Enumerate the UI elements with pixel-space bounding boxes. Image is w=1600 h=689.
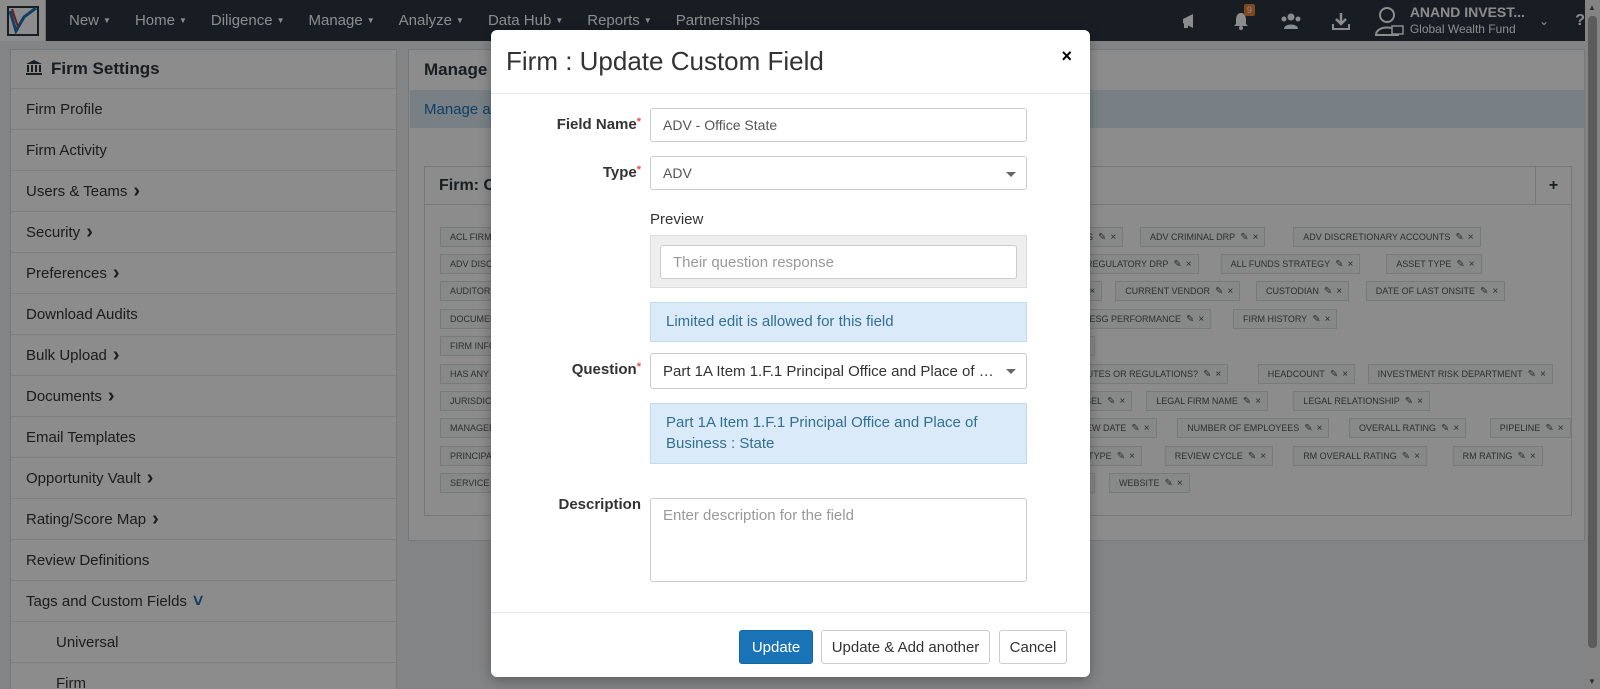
modal-header: Firm : Update Custom Field × bbox=[491, 30, 1090, 94]
type-select[interactable]: ADV bbox=[650, 156, 1027, 190]
modal-title: Firm : Update Custom Field bbox=[506, 46, 824, 76]
cancel-button[interactable]: Cancel bbox=[999, 630, 1067, 664]
modal-footer: Update Update & Add another Cancel bbox=[491, 612, 1090, 677]
required-mark: * bbox=[636, 164, 641, 176]
question-select[interactable]: Part 1A Item 1.F.1 Principal Office and … bbox=[650, 353, 1027, 389]
close-icon[interactable]: × bbox=[1061, 46, 1072, 67]
update-custom-field-modal: Firm : Update Custom Field × Field Name*… bbox=[491, 30, 1090, 677]
field-name-input[interactable]: ADV - Office State bbox=[650, 108, 1027, 142]
question-value: Part 1A Item 1.F.1 Principal Office and … bbox=[663, 362, 1003, 380]
limited-edit-notice: Limited edit is allowed for this field bbox=[650, 302, 1027, 342]
chevron-down-icon bbox=[1006, 369, 1016, 374]
question-detail-text: Part 1A Item 1.F.1 Principal Office and … bbox=[666, 414, 978, 452]
preview-box: Their question response bbox=[650, 235, 1027, 288]
limited-edit-text: Limited edit is allowed for this field bbox=[666, 312, 894, 330]
field-name-label: Field Name* bbox=[556, 116, 641, 133]
type-value: ADV bbox=[663, 165, 692, 181]
description-textarea[interactable]: Enter description for the field bbox=[650, 498, 1027, 582]
preview-placeholder: Their question response bbox=[673, 253, 834, 271]
required-mark: * bbox=[636, 361, 641, 373]
preview-input[interactable]: Their question response bbox=[660, 245, 1017, 279]
type-label: Type* bbox=[602, 164, 641, 181]
update-add-another-button[interactable]: Update & Add another bbox=[821, 630, 990, 664]
description-label: Description bbox=[558, 496, 641, 513]
question-label: Question* bbox=[571, 361, 641, 378]
question-detail: Part 1A Item 1.F.1 Principal Office and … bbox=[650, 403, 1027, 464]
required-mark: * bbox=[636, 116, 641, 128]
chevron-down-icon bbox=[1006, 172, 1016, 177]
field-name-value: ADV - Office State bbox=[663, 117, 778, 133]
description-placeholder: Enter description for the field bbox=[663, 507, 854, 524]
preview-label: Preview bbox=[650, 211, 704, 228]
update-button[interactable]: Update bbox=[739, 630, 813, 664]
